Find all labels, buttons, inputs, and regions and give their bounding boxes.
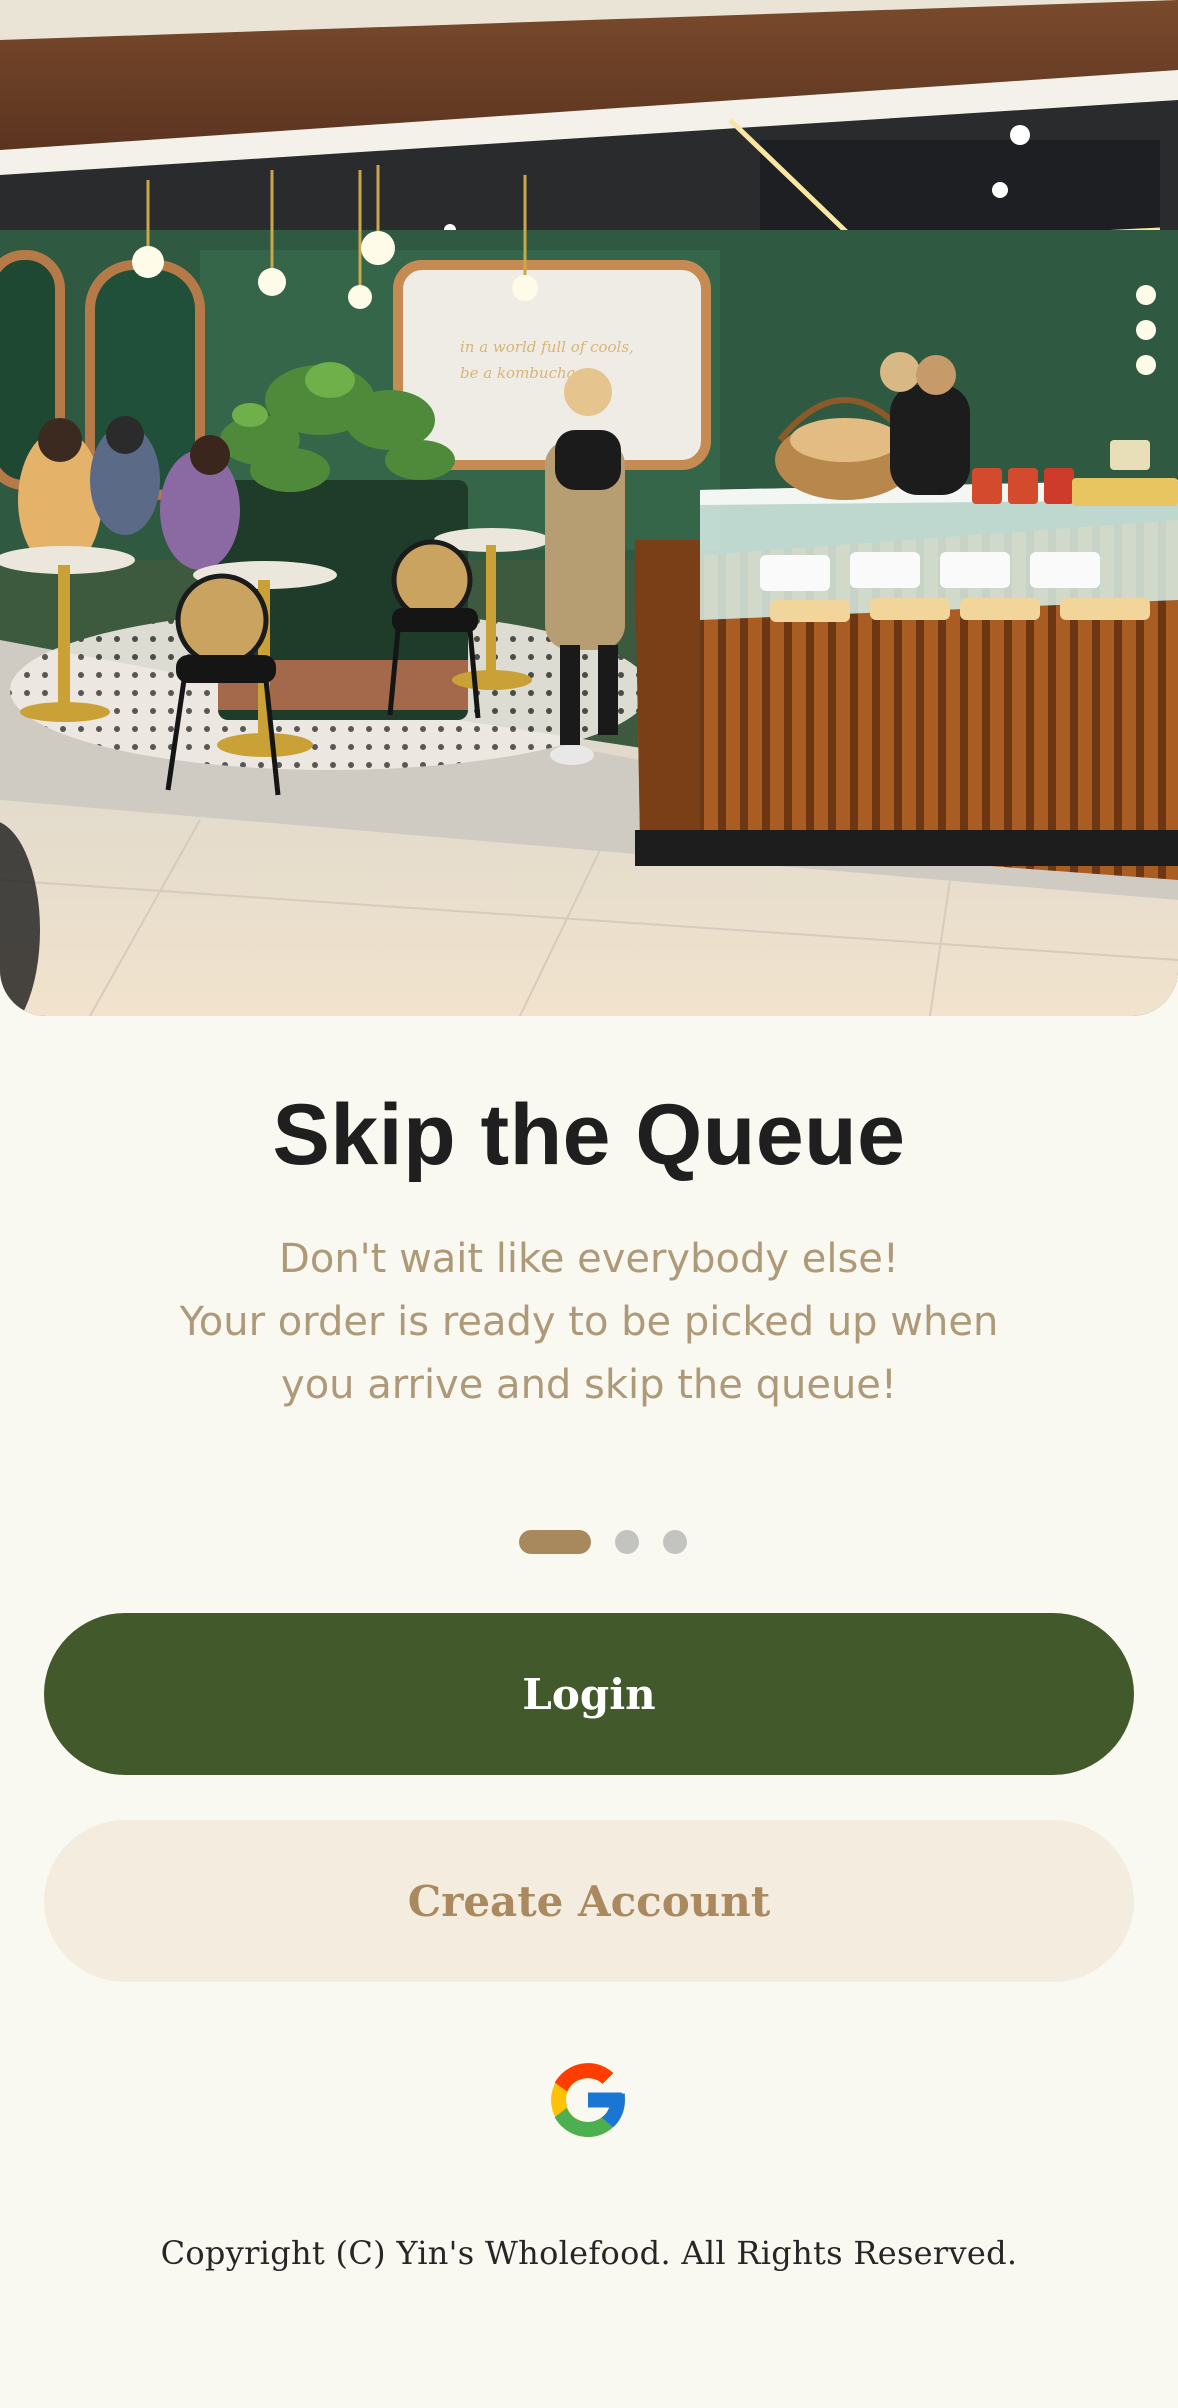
description-line-1: Don't wait like everybody else! bbox=[279, 1236, 899, 1282]
copyright-text: Copyright (C) Yin's Wholefood. All Right… bbox=[160, 2234, 1018, 2272]
description-line-3: you arrive and skip the queue! bbox=[281, 1362, 897, 1408]
onboarding-screen: in a world full of cools, be a kombucha bbox=[0, 0, 1178, 2408]
svg-text:be a kombucha: be a kombucha bbox=[460, 364, 576, 382]
description-line-2: Your order is ready to be picked up when bbox=[179, 1299, 999, 1345]
page-indicator bbox=[0, 1530, 1178, 1554]
login-button[interactable]: Login bbox=[44, 1613, 1134, 1775]
onboarding-description: Don't wait like everybody else! Your ord… bbox=[110, 1228, 1068, 1417]
svg-text:in a world full of cools,: in a world full of cools, bbox=[460, 338, 634, 356]
page-title: Skip the Queue bbox=[272, 1087, 906, 1183]
create-account-button[interactable]: Create Account bbox=[44, 1820, 1134, 1982]
page-dot-active[interactable] bbox=[519, 1530, 591, 1554]
page-dot[interactable] bbox=[615, 1530, 639, 1554]
page-dot[interactable] bbox=[663, 1530, 687, 1554]
google-icon[interactable] bbox=[543, 2055, 633, 2145]
hero-cafe-image: in a world full of cools, be a kombucha bbox=[0, 0, 1178, 1016]
